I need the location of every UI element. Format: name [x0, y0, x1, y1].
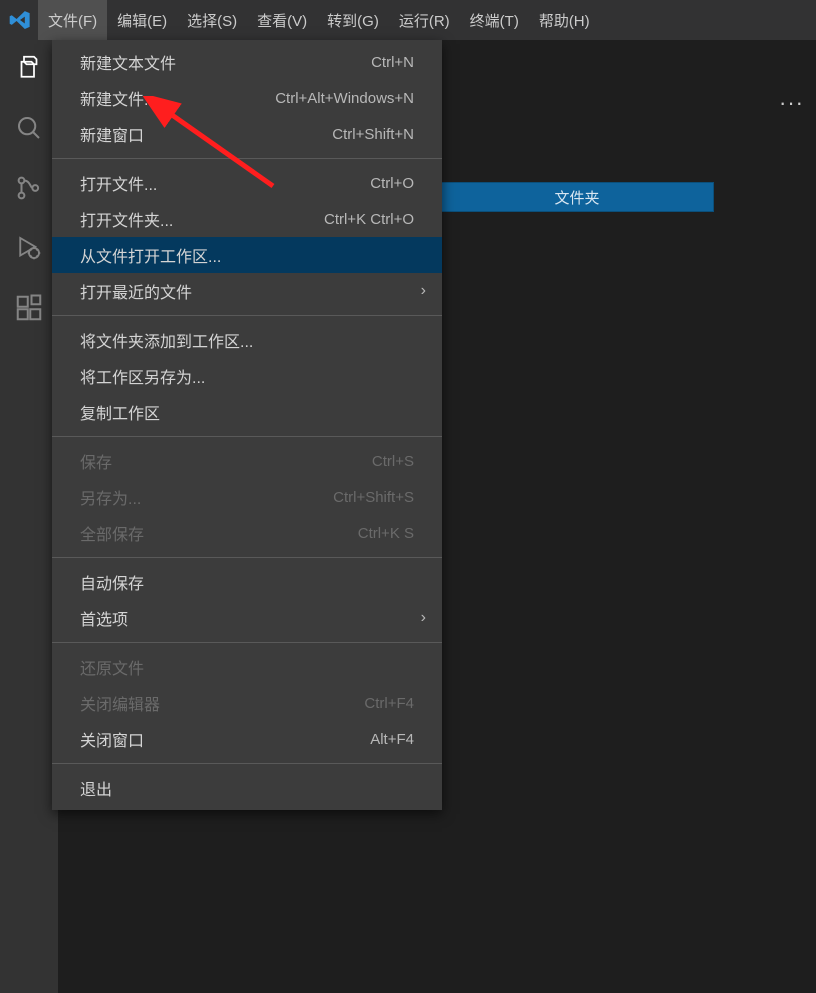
- menu-item: 还原文件: [52, 649, 442, 685]
- menu-item-label: 退出: [80, 776, 112, 800]
- menu-view[interactable]: 查看(V): [247, 0, 317, 40]
- menu-separator: [52, 642, 442, 643]
- menu-item-shortcut: Ctrl+F4: [364, 695, 414, 712]
- menu-item-label: 全部保存: [80, 521, 144, 545]
- menu-item-label: 复制工作区: [80, 400, 160, 424]
- menu-item-shortcut: Ctrl+K Ctrl+O: [324, 211, 414, 228]
- menu-bar: 文件(F) 编辑(E) 选择(S) 查看(V) 转到(G) 运行(R) 终端(T…: [38, 0, 600, 40]
- menu-item-label: 还原文件: [80, 655, 144, 679]
- menu-item: 保存 Ctrl+S: [52, 443, 442, 479]
- menu-separator: [52, 557, 442, 558]
- menu-help[interactable]: 帮助(H): [529, 0, 600, 40]
- menu-item-label: 打开文件...: [80, 171, 157, 195]
- menu-item[interactable]: 打开文件夹... Ctrl+K Ctrl+O: [52, 201, 442, 237]
- menu-go[interactable]: 转到(G): [317, 0, 389, 40]
- menu-item-label: 自动保存: [80, 570, 144, 594]
- menu-item-shortcut: Ctrl+N: [371, 54, 414, 71]
- menu-item: 另存为... Ctrl+Shift+S: [52, 479, 442, 515]
- menu-item-shortcut: Ctrl+S: [372, 453, 414, 470]
- menu-item-label: 首选项: [80, 606, 128, 630]
- extensions-icon[interactable]: [13, 292, 45, 324]
- menu-item-shortcut: Ctrl+Alt+Windows+N: [275, 90, 414, 107]
- menu-item-label: 保存: [80, 449, 112, 473]
- chevron-right-icon: ›: [421, 282, 426, 300]
- menu-separator: [52, 315, 442, 316]
- more-actions-icon[interactable]: ···: [779, 90, 804, 116]
- chevron-right-icon: ›: [421, 609, 426, 627]
- menu-item-label: 打开文件夹...: [80, 207, 173, 231]
- menu-separator: [52, 763, 442, 764]
- menu-edit[interactable]: 编辑(E): [107, 0, 177, 40]
- menu-item[interactable]: 将工作区另存为...: [52, 358, 442, 394]
- menu-item[interactable]: 打开文件... Ctrl+O: [52, 165, 442, 201]
- title-bar: 文件(F) 编辑(E) 选择(S) 查看(V) 转到(G) 运行(R) 终端(T…: [0, 0, 816, 40]
- source-control-icon[interactable]: [13, 172, 45, 204]
- menu-item-label: 关闭窗口: [80, 727, 144, 751]
- menu-item: 全部保存 Ctrl+K S: [52, 515, 442, 551]
- menu-run[interactable]: 运行(R): [389, 0, 460, 40]
- menu-file[interactable]: 文件(F): [38, 0, 107, 40]
- search-icon[interactable]: [13, 112, 45, 144]
- menu-item[interactable]: 新建文件... Ctrl+Alt+Windows+N: [52, 80, 442, 116]
- menu-separator: [52, 436, 442, 437]
- menu-item[interactable]: 自动保存: [52, 564, 442, 600]
- menu-item[interactable]: 新建窗口 Ctrl+Shift+N: [52, 116, 442, 152]
- menu-item[interactable]: 从文件打开工作区...: [52, 237, 442, 273]
- menu-item[interactable]: 将文件夹添加到工作区...: [52, 322, 442, 358]
- explorer-icon[interactable]: [13, 52, 45, 84]
- menu-item-label: 另存为...: [80, 485, 141, 509]
- activity-bar: [0, 40, 58, 993]
- menu-item-label: 关闭编辑器: [80, 691, 160, 715]
- menu-item-shortcut: Ctrl+K S: [358, 525, 414, 542]
- menu-item-label: 从文件打开工作区...: [80, 243, 221, 267]
- menu-item[interactable]: 复制工作区: [52, 394, 442, 430]
- menu-item-label: 新建窗口: [80, 122, 144, 146]
- menu-item-label: 将文件夹添加到工作区...: [80, 328, 253, 352]
- menu-item: 关闭编辑器 Ctrl+F4: [52, 685, 442, 721]
- menu-item-label: 将工作区另存为...: [80, 364, 205, 388]
- menu-item-shortcut: Ctrl+Shift+S: [333, 489, 414, 506]
- menu-item-label: 打开最近的文件: [80, 279, 192, 303]
- menu-terminal[interactable]: 终端(T): [460, 0, 529, 40]
- menu-item-label: 新建文件...: [80, 86, 157, 110]
- menu-item[interactable]: 新建文本文件 Ctrl+N: [52, 44, 442, 80]
- menu-item-shortcut: Ctrl+Shift+N: [332, 126, 414, 143]
- menu-item[interactable]: 首选项 ›: [52, 600, 442, 636]
- run-debug-icon[interactable]: [13, 232, 45, 264]
- menu-item[interactable]: 打开最近的文件 ›: [52, 273, 442, 309]
- file-menu-dropdown: 新建文本文件 Ctrl+N 新建文件... Ctrl+Alt+Windows+N 新建窗…: [52, 40, 442, 810]
- vscode-logo-icon: [8, 8, 32, 32]
- open-folder-button[interactable]: 文件夹: [440, 182, 714, 212]
- menu-item-shortcut: Ctrl+O: [370, 175, 414, 192]
- menu-item-shortcut: Alt+F4: [370, 731, 414, 748]
- menu-separator: [52, 158, 442, 159]
- menu-item-label: 新建文本文件: [80, 50, 176, 74]
- menu-item[interactable]: 退出: [52, 770, 442, 806]
- menu-item[interactable]: 关闭窗口 Alt+F4: [52, 721, 442, 757]
- menu-selection[interactable]: 选择(S): [177, 0, 247, 40]
